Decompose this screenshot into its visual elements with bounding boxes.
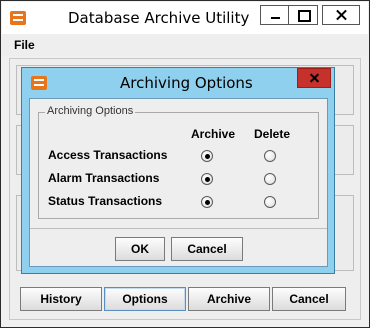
close-button[interactable] <box>322 5 360 25</box>
menubar: File <box>2 34 368 56</box>
main-titlebar: Database Archive Utility <box>2 2 368 34</box>
history-button[interactable]: History <box>20 287 102 311</box>
row-label-status-transactions: Status Transactions <box>48 194 163 208</box>
column-header-archive: Archive <box>191 127 236 141</box>
options-button[interactable]: Options <box>104 287 186 311</box>
dialog-title: Archiving Options <box>120 74 253 92</box>
window-title: Database Archive Utility <box>68 9 250 27</box>
status-archive-radio[interactable] <box>201 196 213 208</box>
access-delete-radio[interactable] <box>264 150 276 162</box>
group-title: Archiving Options <box>45 105 136 117</box>
dialog-separator <box>30 228 327 229</box>
menu-file[interactable]: File <box>14 38 35 52</box>
column-header-delete: Delete <box>254 127 291 141</box>
access-archive-radio[interactable] <box>201 150 213 162</box>
maximize-button[interactable] <box>288 5 318 25</box>
cancel-button[interactable]: Cancel <box>272 287 346 311</box>
app-icon <box>10 11 26 25</box>
minimize-button[interactable] <box>260 5 290 25</box>
archive-button[interactable]: Archive <box>188 287 270 311</box>
app-icon <box>31 76 47 90</box>
ok-button[interactable]: OK <box>115 237 165 261</box>
dialog-content: Archiving Options Archive Delete Access … <box>29 98 328 267</box>
row-label-alarm-transactions: Alarm Transactions <box>48 171 160 185</box>
status-delete-radio[interactable] <box>264 196 276 208</box>
alarm-delete-radio[interactable] <box>264 173 276 185</box>
alarm-archive-radio[interactable] <box>201 173 213 185</box>
archiving-options-group: Archiving Options Archive Delete Access … <box>38 105 319 219</box>
archiving-options-dialog: Archiving Options Archiving Options Arch… <box>21 67 335 274</box>
dialog-close-button[interactable] <box>297 68 331 88</box>
dialog-titlebar: Archiving Options <box>22 68 334 98</box>
dialog-cancel-button[interactable]: Cancel <box>171 237 243 261</box>
row-label-access-transactions: Access Transactions <box>48 148 168 162</box>
